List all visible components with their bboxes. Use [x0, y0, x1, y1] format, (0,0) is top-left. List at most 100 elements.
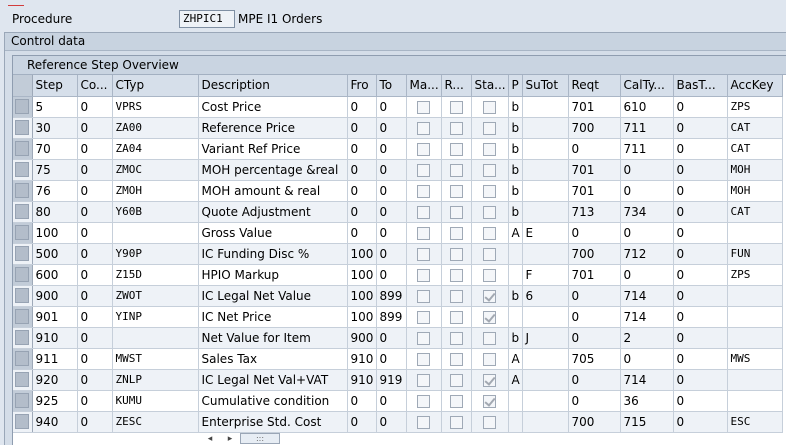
- cell-step[interactable]: 920: [32, 369, 78, 391]
- cell-co[interactable]: 0: [77, 180, 113, 202]
- sta-checkbox[interactable]: [483, 226, 496, 240]
- sta-checkbox[interactable]: [483, 268, 496, 282]
- cell-reqt[interactable]: 700: [568, 243, 621, 265]
- row-selector[interactable]: [13, 348, 33, 370]
- r-checkbox[interactable]: [449, 394, 463, 408]
- sta-checkbox[interactable]: [483, 373, 496, 387]
- cell-co[interactable]: 0: [77, 369, 113, 391]
- cell-ctyp[interactable]: KUMU: [112, 390, 199, 412]
- cell-p[interactable]: [508, 306, 523, 328]
- cell-bast[interactable]: 0: [673, 306, 728, 328]
- cell-calty[interactable]: 0: [620, 180, 674, 202]
- cell-co[interactable]: 0: [77, 264, 113, 286]
- cell-fro[interactable]: 0: [347, 138, 377, 160]
- cell-description[interactable]: Sales Tax: [198, 348, 348, 370]
- row-selector-handle[interactable]: [15, 246, 29, 261]
- cell-calty[interactable]: 734: [620, 201, 674, 223]
- cell-bast[interactable]: 0: [673, 369, 728, 391]
- cell-ctyp[interactable]: ZMOH: [112, 180, 199, 202]
- cell-step[interactable]: 940: [32, 411, 78, 433]
- sta-checkbox[interactable]: [483, 163, 496, 177]
- table-row[interactable]: 5 0 VPRS Cost Price 0 0 b 701 610 0 ZPS: [13, 96, 783, 118]
- cell-fro[interactable]: 910: [347, 348, 377, 370]
- cell-p[interactable]: [508, 264, 523, 286]
- r-checkbox[interactable]: [449, 247, 463, 261]
- cell-co[interactable]: 0: [77, 306, 113, 328]
- column-header-step[interactable]: Step: [32, 75, 78, 97]
- row-selector-handle[interactable]: [15, 351, 29, 366]
- r-checkbox[interactable]: [449, 163, 463, 177]
- cell-description[interactable]: Quote Adjustment: [198, 201, 348, 223]
- horizontal-scrollbar[interactable]: ◂ ▸ :::: [200, 432, 290, 445]
- cell-ctyp[interactable]: ZA00: [112, 117, 199, 139]
- cell-reqt[interactable]: 713: [568, 201, 621, 223]
- cell-to[interactable]: 0: [376, 138, 407, 160]
- r-checkbox[interactable]: [449, 373, 463, 387]
- row-selector[interactable]: [13, 117, 33, 139]
- cell-bast[interactable]: 0: [673, 348, 728, 370]
- cell-ctyp[interactable]: VPRS: [112, 96, 199, 118]
- sta-checkbox[interactable]: [483, 247, 496, 261]
- column-header-co[interactable]: Co...: [77, 75, 113, 97]
- cell-acckey[interactable]: [727, 222, 783, 244]
- cell-to[interactable]: 0: [376, 117, 407, 139]
- procedure-code-field[interactable]: ZHPIC1: [179, 10, 235, 28]
- cell-acckey[interactable]: FUN: [727, 243, 783, 265]
- ma-checkbox[interactable]: [417, 415, 430, 429]
- cell-fro[interactable]: 100: [347, 264, 377, 286]
- cell-p[interactable]: A: [508, 369, 523, 391]
- cell-fro[interactable]: 100: [347, 243, 377, 265]
- cell-sutot[interactable]: [522, 369, 569, 391]
- cell-calty[interactable]: 36: [620, 390, 674, 412]
- cell-co[interactable]: 0: [77, 222, 113, 244]
- cell-p[interactable]: A: [508, 348, 523, 370]
- ma-checkbox[interactable]: [417, 205, 430, 219]
- cell-acckey[interactable]: MOH: [727, 159, 783, 181]
- ma-checkbox[interactable]: [417, 121, 430, 135]
- cell-bast[interactable]: 0: [673, 96, 728, 118]
- cell-to[interactable]: 0: [376, 390, 407, 412]
- scroll-thumb[interactable]: :::: [240, 433, 280, 444]
- row-selector[interactable]: [13, 306, 33, 328]
- cell-sutot[interactable]: [522, 201, 569, 223]
- column-header-to[interactable]: To: [376, 75, 407, 97]
- cell-acckey[interactable]: CAT: [727, 138, 783, 160]
- row-selector-handle[interactable]: [15, 225, 29, 240]
- cell-ctyp[interactable]: ZWOT: [112, 285, 199, 307]
- sta-checkbox[interactable]: [483, 142, 496, 156]
- cell-description[interactable]: Cost Price: [198, 96, 348, 118]
- cell-co[interactable]: 0: [77, 138, 113, 160]
- cell-co[interactable]: 0: [77, 201, 113, 223]
- table-row[interactable]: 80 0 Y60B Quote Adjustment 0 0 b 713 734 0 CAT: [13, 201, 783, 223]
- row-selector-handle[interactable]: [15, 372, 29, 387]
- cell-acckey[interactable]: ZPS: [727, 264, 783, 286]
- r-checkbox[interactable]: [449, 331, 463, 345]
- table-row[interactable]: 600 0 Z15D HPIO Markup 100 0 F 701 0 0 ZPS: [13, 264, 783, 286]
- cell-step[interactable]: 70: [32, 138, 78, 160]
- row-selector-handle[interactable]: [15, 309, 29, 324]
- cell-reqt[interactable]: 700: [568, 117, 621, 139]
- cell-description[interactable]: MOH percentage &real: [198, 159, 348, 181]
- sta-checkbox[interactable]: [483, 100, 496, 114]
- cell-bast[interactable]: 0: [673, 117, 728, 139]
- cell-ctyp[interactable]: Y90P: [112, 243, 199, 265]
- cell-acckey[interactable]: ESC: [727, 411, 783, 433]
- cell-calty[interactable]: 0: [620, 159, 674, 181]
- cell-step[interactable]: 925: [32, 390, 78, 412]
- row-selector-handle[interactable]: [15, 99, 29, 114]
- column-header-ctyp[interactable]: CTyp: [112, 75, 199, 97]
- cell-calty[interactable]: 711: [620, 117, 674, 139]
- cell-calty[interactable]: 2: [620, 327, 674, 349]
- row-selector-handle[interactable]: [15, 414, 29, 429]
- cell-calty[interactable]: 714: [620, 369, 674, 391]
- cell-bast[interactable]: 0: [673, 390, 728, 412]
- cell-step[interactable]: 500: [32, 243, 78, 265]
- column-header-p[interactable]: P: [508, 75, 523, 97]
- cell-sutot[interactable]: [522, 159, 569, 181]
- sta-checkbox[interactable]: [483, 394, 496, 408]
- row-selector[interactable]: [13, 390, 33, 412]
- cell-calty[interactable]: 714: [620, 285, 674, 307]
- cell-sutot[interactable]: 6: [522, 285, 569, 307]
- cell-sutot[interactable]: E: [522, 222, 569, 244]
- row-selector-handle[interactable]: [15, 162, 29, 177]
